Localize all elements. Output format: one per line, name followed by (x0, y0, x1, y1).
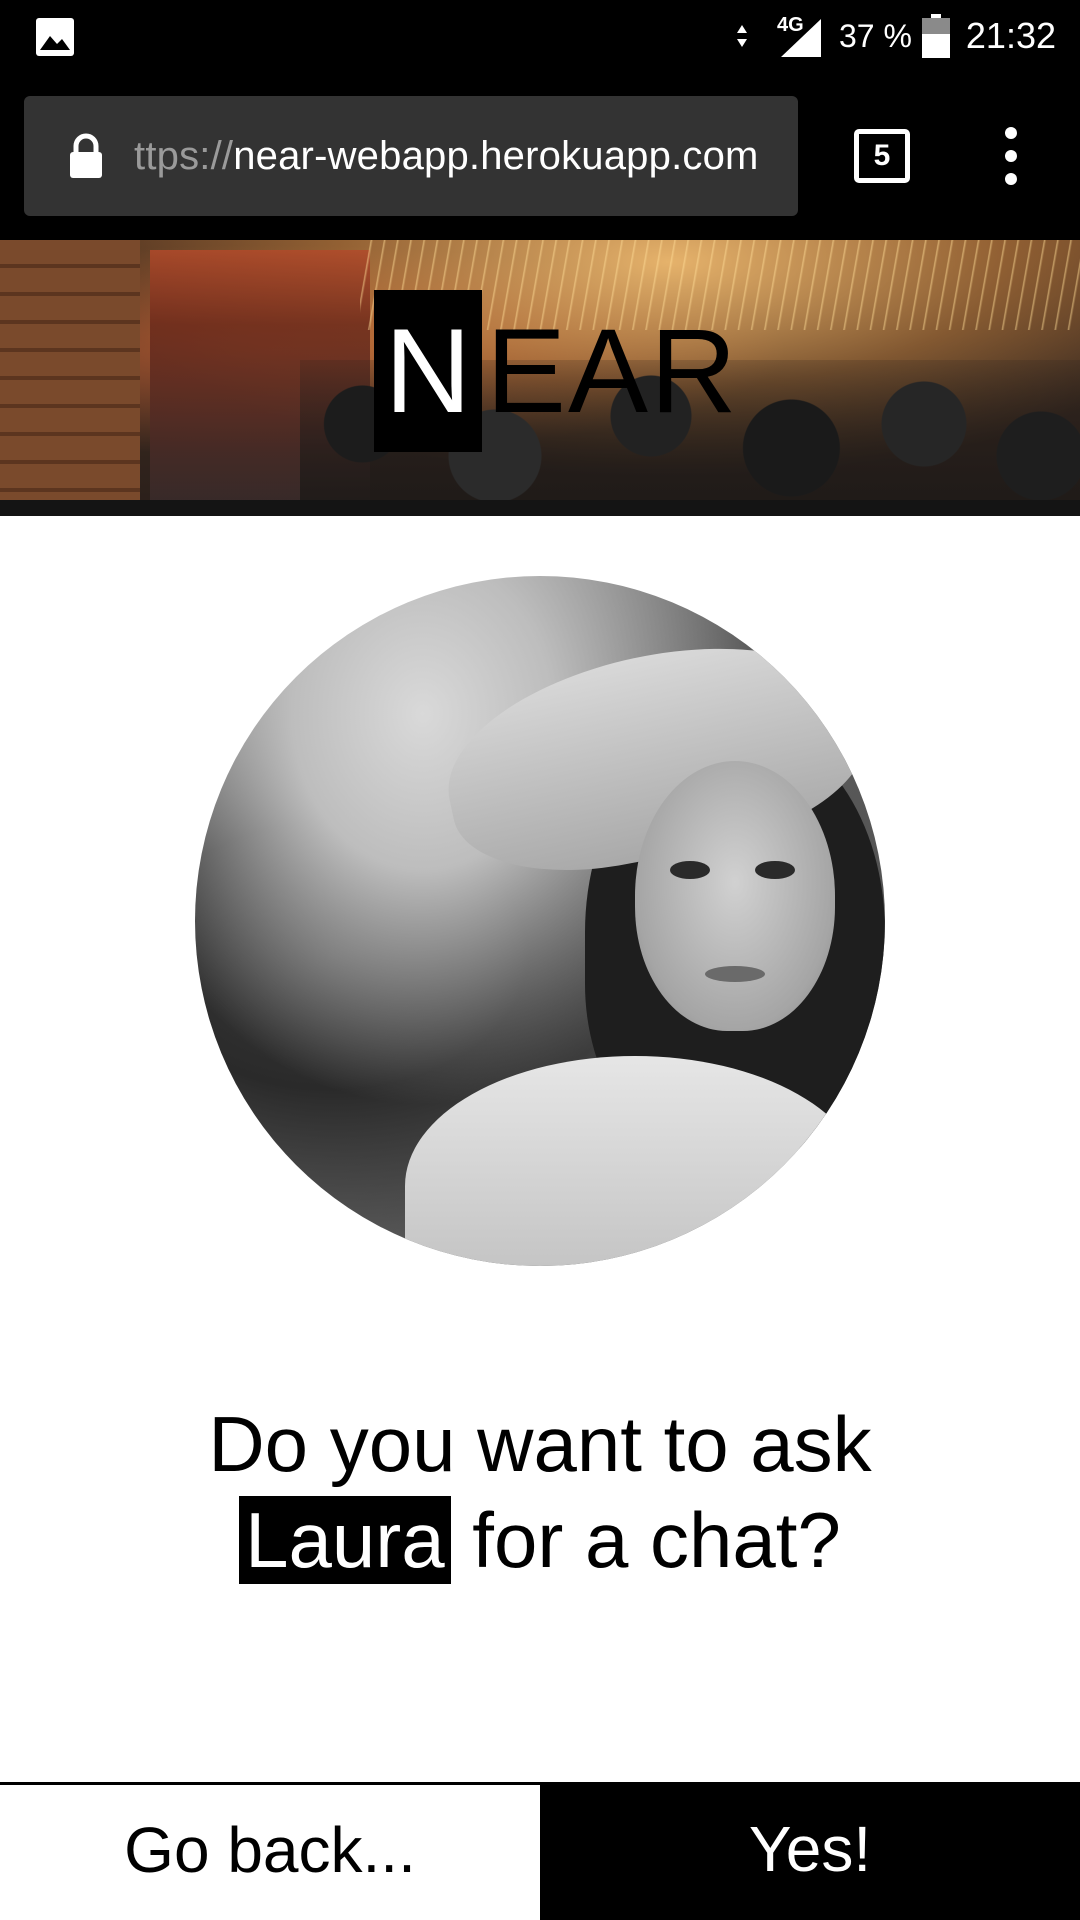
more-vert-icon[interactable] (996, 124, 1026, 188)
browser-toolbar: ttps://near-webapp.herokuapp.com 5 (0, 72, 1080, 240)
profile-photo (195, 576, 885, 1266)
user-name-highlight: Laura (239, 1496, 451, 1584)
tab-switcher-button[interactable]: 5 (854, 129, 910, 183)
photo-eye-right (755, 861, 795, 879)
battery-icon (921, 14, 950, 58)
url-domain: near-webapp.herokuapp.com (233, 133, 759, 178)
lock-icon (70, 133, 102, 178)
photo-lips (705, 966, 765, 982)
question-prefix: Do you want to ask (208, 1400, 872, 1488)
clock: 21:32 (965, 15, 1056, 56)
banner-bottom-edge (0, 500, 1080, 516)
url-scheme: ttps:// (134, 133, 234, 178)
chat-request-question: Do you want to ask Laura for a chat? (200, 1396, 880, 1588)
logo-initial: N (374, 290, 482, 452)
status-indicators: 4G 37 % 21:32 (735, 14, 1056, 58)
data-transfer-icon (736, 25, 747, 47)
address-bar[interactable]: ttps://near-webapp.herokuapp.com (24, 96, 798, 216)
signal-strength-icon (780, 19, 821, 57)
cell-signal: 4G (759, 15, 821, 57)
yes-button[interactable]: Yes! (540, 1782, 1080, 1920)
photo-eye-left (670, 861, 710, 879)
near-logo: N EAR (374, 290, 739, 452)
status-bar: 4G 37 % 21:32 (0, 0, 1080, 72)
url-text: ttps://near-webapp.herokuapp.com (134, 134, 759, 179)
logo-text: EAR (486, 304, 739, 438)
question-suffix: for a chat? (472, 1496, 841, 1584)
go-back-button[interactable]: Go back... (0, 1782, 540, 1920)
gallery-icon (36, 18, 74, 56)
photo-face (635, 761, 835, 1031)
banner-wood-wall (0, 240, 140, 500)
battery-percentage: 37 % (838, 17, 912, 54)
